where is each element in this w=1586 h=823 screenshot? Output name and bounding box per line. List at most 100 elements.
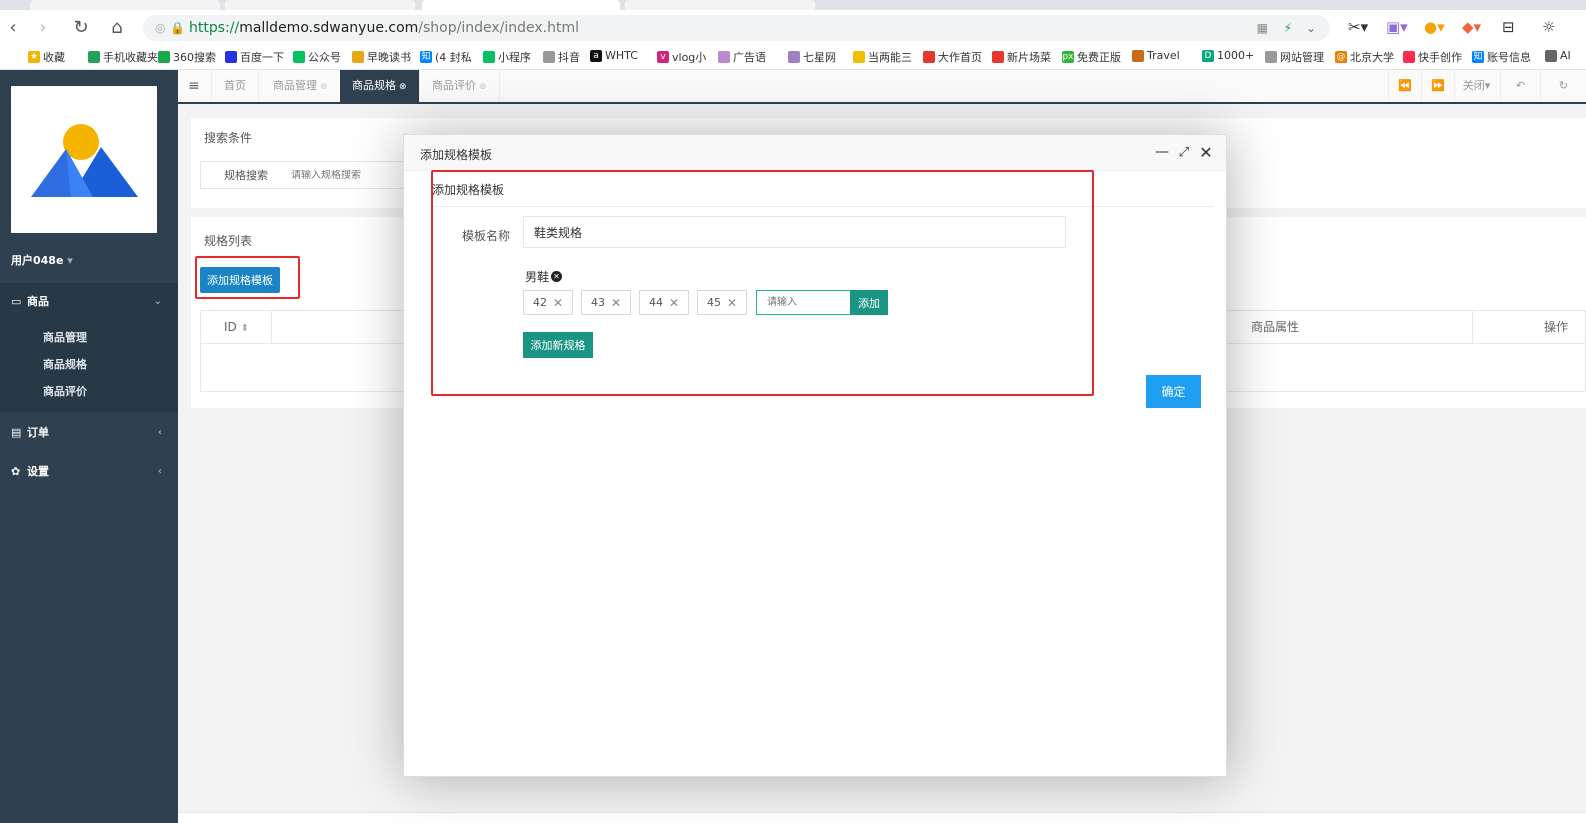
browser-tab[interactable] — [30, 0, 220, 10]
sidebar-toggle-icon[interactable]: ⊟ — [1502, 14, 1515, 40]
menu-goods-spec[interactable]: 商品规格 — [43, 356, 87, 372]
close-icon[interactable]: ⊗ — [399, 82, 407, 92]
apps-grid-icon[interactable]: ▦ — [1257, 15, 1268, 41]
column-label: ID — [224, 320, 237, 334]
lightning-icon[interactable]: ⚡ — [1284, 15, 1292, 41]
caret-down-icon: ▾ — [67, 254, 73, 267]
coin-icon[interactable]: ●▾ — [1424, 14, 1445, 40]
menu-goods-group: ▭ 商品 ⌄ 商品管理 商品规格 商品评价 — [0, 283, 178, 412]
bookmark-item[interactable]: 快手创作 — [1403, 49, 1462, 65]
dialog-header: 添加规格模板 — ⤢ ✕ — [404, 135, 1226, 171]
bookmark-item[interactable]: 360搜索 — [158, 49, 216, 65]
sun-icon[interactable]: ☼ — [1542, 14, 1555, 40]
column-id[interactable]: ID ⬍ — [224, 311, 249, 343]
bookmark-label: 大作首页 — [938, 51, 982, 64]
laptop-icon: ▭ — [11, 294, 22, 308]
bookmark-item[interactable]: 公众号 — [293, 49, 341, 65]
bookmark-label: vlog小 — [672, 51, 707, 64]
info-icon: ◎ — [155, 21, 166, 35]
logo — [11, 86, 157, 233]
tab-goods-review[interactable]: 商品评价 ⊗ — [420, 70, 500, 102]
translate-icon[interactable]: ▣▾ — [1386, 14, 1408, 40]
browser-tab[interactable] — [625, 0, 815, 10]
back-icon[interactable]: ‹ — [0, 14, 26, 40]
home-icon[interactable]: ⌂ — [104, 14, 130, 40]
confirm-button[interactable]: 确定 — [1146, 375, 1201, 408]
bookmark-item[interactable]: 网站管理 — [1265, 49, 1324, 65]
logo-mountain-icon — [31, 124, 138, 197]
bookmark-label: Travel — [1147, 49, 1180, 62]
tab-goods-manage[interactable]: 商品管理 ⊗ — [261, 70, 341, 102]
menu-orders-label: 订单 — [27, 426, 49, 439]
game-icon[interactable]: ◆▾ — [1462, 14, 1481, 40]
browser-tab[interactable] — [225, 0, 415, 10]
browser-nav-row: ‹ › ↻ ⌂ ◎ 🔒 https://malldemo.sdwanyue.co… — [0, 10, 1586, 44]
undo-icon[interactable]: ↶ — [1500, 70, 1540, 102]
document-icon: ▤ — [11, 425, 22, 439]
bookmark-item[interactable]: D 1000+ — [1202, 49, 1254, 62]
bookmark-item[interactable]: 大作首页 — [923, 49, 982, 65]
bookmark-item[interactable]: 小程序 — [483, 49, 531, 65]
bookmark-item[interactable]: 手机收藏夹 — [88, 49, 158, 65]
menu-toggle-icon[interactable]: ≡ — [178, 70, 212, 102]
bookmark-item[interactable]: 新片场菜 — [992, 49, 1051, 65]
scroll-right-icon[interactable]: ⏩ — [1421, 70, 1454, 102]
bookmark-label: 网站管理 — [1280, 51, 1324, 64]
gear-icon: ✿ — [11, 464, 21, 478]
dialog-title: 添加规格模板 — [420, 148, 493, 162]
bookmark-item[interactable]: @ 北京大学 — [1335, 49, 1394, 65]
address-bar[interactable]: ◎ 🔒 https://malldemo.sdwanyue.com/shop/i… — [143, 15, 1330, 41]
bookmark-label: (4 封私 — [435, 51, 472, 64]
close-icon[interactable]: ✕ — [1197, 143, 1215, 162]
bookmark-label: 账号信息 — [1487, 51, 1531, 64]
bookmark-item[interactable]: v vlog小 — [657, 49, 706, 65]
bookmark-item[interactable]: 知账号信息 — [1472, 49, 1531, 65]
bookmark-item[interactable]: AI — [1545, 49, 1571, 62]
tab-label: 商品管理 — [273, 79, 317, 92]
list-title: 规格列表 — [204, 234, 253, 248]
minimize-icon[interactable]: — — [1153, 143, 1171, 161]
bookmark-item[interactable]: 当两能三 — [853, 49, 912, 65]
menu-settings[interactable]: ✿ 设置 ‹ — [0, 453, 178, 489]
menu-orders[interactable]: ▤ 订单 ‹ — [0, 414, 178, 450]
forward-icon[interactable]: › — [30, 14, 56, 40]
tab-label: 商品规格 — [352, 79, 396, 92]
bookmark-item[interactable]: 知 (4 封私 — [420, 49, 472, 65]
bookmark-item[interactable]: 抖音 — [543, 49, 580, 65]
column-attributes: 商品属性 — [1251, 320, 1300, 334]
menu-goods-manage[interactable]: 商品管理 — [43, 329, 87, 345]
bookmark-item[interactable]: 百度一下 — [225, 49, 284, 65]
bookmark-item[interactable]: a WHTC — [590, 49, 638, 62]
browser-tab-active[interactable] — [422, 0, 620, 10]
bookmark-item[interactable]: 广告语 — [718, 49, 766, 65]
highlight-box — [195, 256, 300, 299]
menu-goods[interactable]: ▭ 商品 ⌄ — [0, 283, 178, 319]
menu-goods-review[interactable]: 商品评价 — [43, 383, 87, 399]
tab-home[interactable]: 首页 — [212, 70, 259, 102]
user-menu[interactable]: 用户048e ▾ — [11, 252, 73, 268]
bookmark-item[interactable]: px 免费正版 — [1062, 49, 1121, 65]
bookmark-label: 百度一下 — [240, 51, 284, 64]
chevron-left-icon: ‹ — [157, 426, 162, 438]
close-icon[interactable]: ⊗ — [320, 82, 328, 92]
close-icon[interactable]: ⊗ — [479, 82, 487, 92]
bookmark-item[interactable]: 七星网 — [788, 49, 836, 65]
column-actions: 操作 — [1544, 320, 1569, 334]
bookmark-item[interactable]: Travel — [1132, 49, 1180, 62]
reload-icon[interactable]: ↻ — [68, 14, 94, 40]
bookmark-label: 快手创作 — [1418, 51, 1462, 64]
refresh-icon[interactable]: ↻ — [1540, 70, 1586, 102]
column-divider — [271, 311, 272, 343]
maximize-icon[interactable]: ⤢ — [1175, 143, 1193, 161]
bookmark-label: 抖音 — [558, 51, 580, 64]
bookmark-label: AI — [1560, 49, 1571, 62]
close-tabs-dropdown[interactable]: 关闭▾ — [1454, 70, 1498, 102]
tab-goods-spec[interactable]: 商品规格 ⊗ — [340, 70, 420, 102]
bookmark-label: 1000+ — [1217, 49, 1255, 62]
bookmark-item[interactable]: ★ 收藏 — [28, 49, 65, 65]
scissors-icon[interactable]: ✂▾ — [1348, 14, 1368, 40]
scroll-left-icon[interactable]: ⏪ — [1388, 70, 1421, 102]
chevron-down-icon[interactable]: ⌄ — [1306, 15, 1316, 41]
search-title: 搜索条件 — [204, 131, 253, 145]
bookmark-item[interactable]: 早晚读书 — [352, 49, 411, 65]
